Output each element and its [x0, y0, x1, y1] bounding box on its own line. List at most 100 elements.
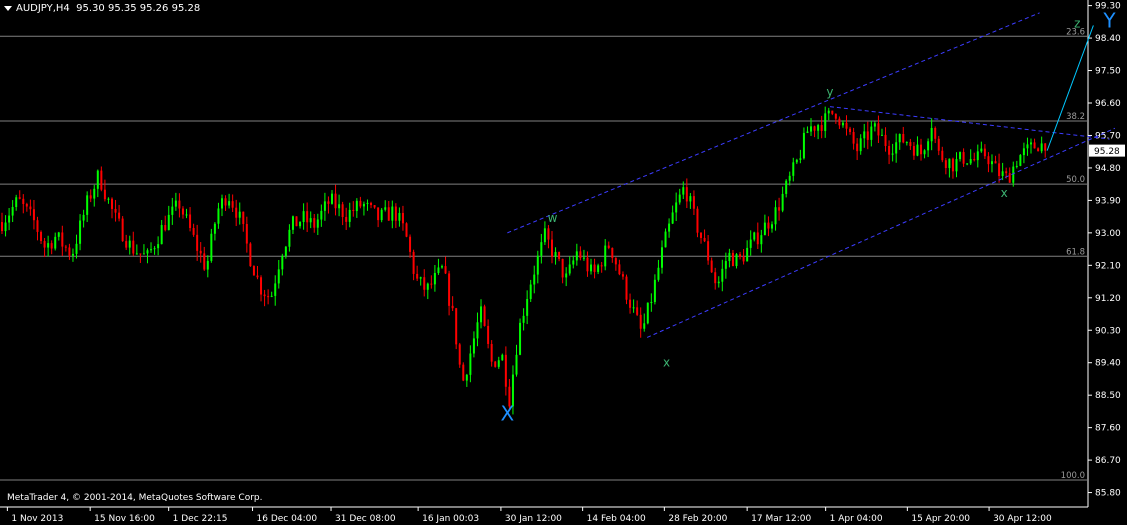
- candle-body: [692, 196, 695, 209]
- channel-line[interactable]: [646, 127, 1116, 338]
- candle-body: [891, 153, 894, 155]
- candle-body: [263, 294, 266, 297]
- candle-body: [639, 314, 642, 329]
- candle-body: [497, 360, 500, 367]
- candle-body: [959, 152, 962, 160]
- candle-body: [543, 228, 546, 243]
- candle-body: [1044, 143, 1047, 151]
- price-tick-label: 98.40: [1095, 34, 1121, 44]
- copyright-text: MetaTrader 4, © 2001-2014, MetaQuotes So…: [7, 493, 263, 503]
- candle-body: [888, 145, 891, 155]
- candle-body: [185, 214, 188, 216]
- time-tick-label: 31 Dec 08:00: [335, 514, 396, 524]
- price-chart[interactable]: 23.638.250.061.8100.099.3098.4097.5096.6…: [0, 0, 1127, 525]
- candle-body: [700, 232, 703, 238]
- candle-body: [1022, 148, 1025, 156]
- candle-body: [93, 188, 96, 199]
- projection-line[interactable]: [1046, 25, 1094, 151]
- candle-body: [86, 195, 89, 215]
- candle-body: [845, 122, 848, 129]
- candle-body: [50, 243, 53, 249]
- candle-body: [714, 272, 717, 284]
- candle-body: [384, 207, 387, 210]
- candle-body: [405, 223, 408, 237]
- candle-body: [643, 323, 646, 329]
- candle-body: [4, 222, 7, 232]
- candle-body: [529, 284, 532, 299]
- candle-body: [568, 264, 571, 274]
- candle-body: [504, 354, 507, 387]
- candle-body: [132, 240, 135, 254]
- candle-body: [998, 163, 1001, 177]
- candle-body: [678, 194, 681, 203]
- candle-body: [824, 113, 827, 131]
- candle-body: [614, 258, 617, 265]
- candle-body: [245, 224, 248, 244]
- candle-body: [36, 220, 39, 232]
- candle-body: [281, 255, 284, 270]
- fib-level-label: 50.0: [1066, 175, 1085, 185]
- candle-body: [416, 273, 419, 279]
- candle-body: [646, 302, 649, 324]
- candle-body: [629, 299, 632, 308]
- candle-body: [89, 195, 92, 199]
- candle-body: [717, 281, 720, 284]
- candle-body: [29, 206, 32, 210]
- price-tick-label: 96.60: [1095, 99, 1121, 109]
- candle-body: [834, 113, 837, 119]
- time-tick-label: 1 Dec 22:15: [173, 514, 228, 524]
- candle-body: [831, 110, 834, 114]
- candle-body: [841, 122, 844, 126]
- candle-body: [817, 125, 820, 131]
- candle-body: [756, 232, 759, 245]
- candle-body: [767, 222, 770, 229]
- dropdown-triangle-icon[interactable]: [4, 5, 12, 11]
- candle-body: [948, 158, 951, 169]
- fib-level-label: 61.8: [1066, 247, 1085, 257]
- candle-body: [856, 143, 859, 152]
- candle-body: [728, 252, 731, 262]
- price-tick-label: 88.50: [1095, 391, 1121, 401]
- last-price-label: 95.28: [1094, 147, 1120, 157]
- candle-body: [164, 225, 167, 231]
- candle-body: [121, 218, 124, 242]
- candle-body: [277, 269, 280, 284]
- candle-body: [377, 207, 380, 221]
- candle-body: [32, 209, 35, 221]
- candle-body: [270, 295, 273, 297]
- candle-body: [604, 245, 607, 267]
- candle-body: [288, 229, 291, 247]
- candle-body: [387, 207, 390, 221]
- candle-body: [660, 247, 663, 268]
- chart-window[interactable]: 23.6 38.2 50.0 61.8 100.0 99.30 98.40 97.50 96.6…: [0, 0, 1127, 525]
- candle-body: [582, 257, 585, 259]
- candle-body: [334, 193, 337, 209]
- channel-line[interactable]: [507, 12, 1040, 234]
- candle-body: [994, 161, 997, 164]
- candle-body: [494, 361, 497, 367]
- candle-body: [795, 159, 798, 163]
- candle-body: [664, 231, 667, 248]
- candle-body: [302, 211, 305, 223]
- candle-body: [501, 354, 504, 361]
- candle-body: [781, 193, 784, 211]
- candle-body: [469, 353, 472, 375]
- candle-body: [731, 252, 734, 267]
- candle-body: [135, 253, 138, 255]
- symbol-header: AUDJPY,H4 95.30 95.35 95.26 95.28: [4, 3, 200, 14]
- candle-body: [8, 215, 11, 223]
- candle-body: [220, 198, 223, 209]
- candle-body: [448, 273, 451, 306]
- candle-body: [462, 364, 465, 381]
- candle-body: [231, 201, 234, 208]
- candle-body: [565, 273, 568, 278]
- candle-body: [174, 200, 177, 207]
- candle-body: [770, 224, 773, 229]
- candle-body: [267, 296, 270, 298]
- candle-body: [880, 134, 883, 136]
- price-tick-label: 93.90: [1095, 196, 1121, 206]
- candle-body: [774, 207, 777, 225]
- candle-body: [160, 225, 163, 245]
- candle-body: [359, 200, 362, 207]
- candle-body: [987, 156, 990, 165]
